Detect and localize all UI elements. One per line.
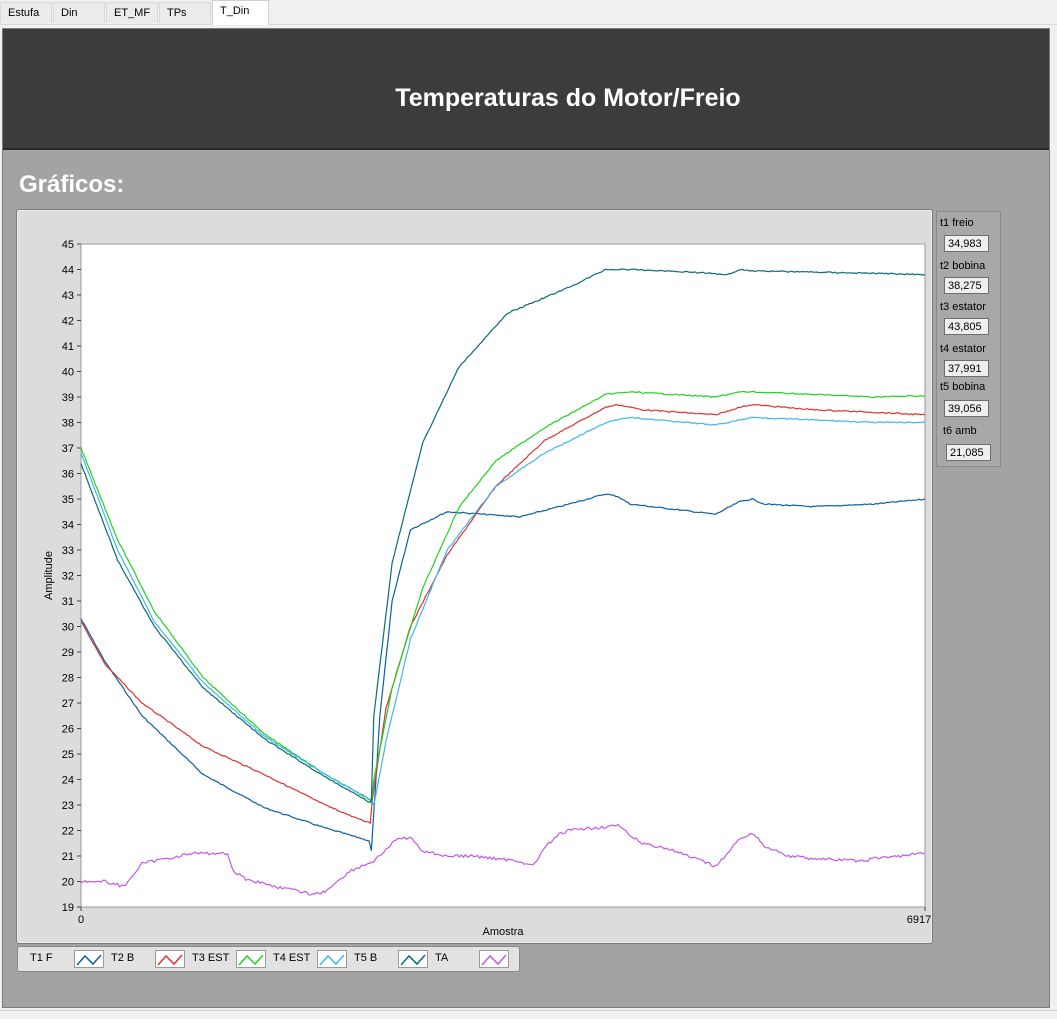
readout-label-t5: t5 bobina [940,381,986,393]
legend-stroke-t4 [319,954,345,966]
y-tick-label: 42 [62,316,74,328]
legend-line-icon-t1[interactable] [74,950,104,968]
y-tick-label: 43 [62,290,74,302]
readout-label-t3: t3 estator [940,301,986,313]
plot-legend[interactable]: T1 F T2 B T3 EST T4 EST T5 B TA [17,946,520,972]
y-tick-label: 41 [62,341,74,353]
page-title: Temperaturas do Motor/Freio [395,84,741,112]
section-title: Gráficos: [19,171,125,198]
readout-label-t4: t4 estator [940,343,986,355]
readout-label-t6: t6 amb [943,425,977,437]
y-tick-label: 38 [62,418,74,430]
readout-value-t6: 21,085 [946,444,991,461]
y-axis-label: Amplitude [43,551,55,600]
legend-stroke-t6 [481,954,507,966]
y-tick-label: 25 [62,749,74,761]
readout-value-t3: 43,805 [944,318,989,335]
readout-value-t4: 37,991 [944,360,989,377]
tab-estufa[interactable]: Estufa [0,2,52,23]
y-tick-label: 37 [62,443,74,455]
y-tick-label: 21 [62,851,74,863]
readouts-panel: t1 freio 34,983 t2 bobina 38,275 t3 esta… [936,211,1001,467]
legend-label-t6: TA [435,952,449,964]
y-tick-label: 33 [62,545,74,557]
legend-line-icon-t4[interactable] [317,950,347,968]
legend-label-t1: T1 F [30,952,53,964]
legend-label-t4: T4 EST [273,952,311,964]
y-tick-label: 28 [62,673,74,685]
legend-line-icon-t2[interactable] [155,950,185,968]
y-tick-label: 22 [62,826,74,838]
y-tick-label: 32 [62,571,74,583]
legend-stroke-t2 [157,954,183,966]
y-tick-label: 23 [62,800,74,812]
legend-stroke-t3 [238,954,264,966]
readout-value-t5: 39,056 [944,400,989,417]
tab-bar: Estufa Din ET_MF TPs T_Din [0,0,1057,25]
y-tick-label: 29 [62,647,74,659]
readout-value-t2: 38,275 [944,277,989,294]
legend-stroke-t5 [400,954,426,966]
legend-line-icon-t5[interactable] [398,950,428,968]
legend-label-t5: T5 B [354,952,378,964]
y-tick-label: 24 [62,775,74,787]
tab-tps[interactable]: TPs [159,2,211,23]
y-tick-label: 31 [62,596,74,608]
legend-stroke-t1 [76,954,102,966]
readout-label-t1: t1 freio [940,217,974,229]
tab-et-mf[interactable]: ET_MF [106,2,158,23]
tab-t-din[interactable]: T_Din [212,0,269,25]
y-tick-label: 36 [62,469,74,481]
tab-din[interactable]: Din [53,2,105,23]
y-tick-label: 45 [62,239,74,251]
readout-value-t1: 34,983 [944,235,989,252]
legend-line-icon-t6[interactable] [479,950,509,968]
header-bar: Temperaturas do Motor/Freio [3,29,1049,150]
x-tick-label: 0 [78,914,84,926]
main-panel: Temperaturas do Motor/Freio Gráficos: 19… [2,28,1050,1008]
y-tick-label: 27 [62,698,74,710]
readout-label-t2: t2 bobina [940,260,986,272]
y-tick-label: 26 [62,724,74,736]
y-tick-label: 19 [62,902,74,914]
y-tick-label: 34 [62,520,74,532]
chart-svg: 19 20 21 22 23 24 25 26 27 28 29 30 31 32 33 34 35 36 37 38… [43,239,931,938]
legend-line-icon-t3[interactable] [236,950,266,968]
plot-area [80,243,926,908]
legend-label-t2: T2 B [111,952,135,964]
legend-label-t3: T3 EST [192,952,230,964]
waveform-graph[interactable]: 19 20 21 22 23 24 25 26 27 28 29 30 31 32 33 34 35 36 37 38… [16,209,933,944]
x-axis-label: Amostra [483,926,525,938]
y-tick-label: 30 [62,622,74,634]
y-tick-label: 35 [62,494,74,506]
y-tick-label: 44 [62,265,74,277]
y-tick-label: 40 [62,367,74,379]
y-tick-label: 20 [62,877,74,889]
y-tick-label: 39 [62,392,74,404]
x-tick-label: 6917 [907,914,931,926]
